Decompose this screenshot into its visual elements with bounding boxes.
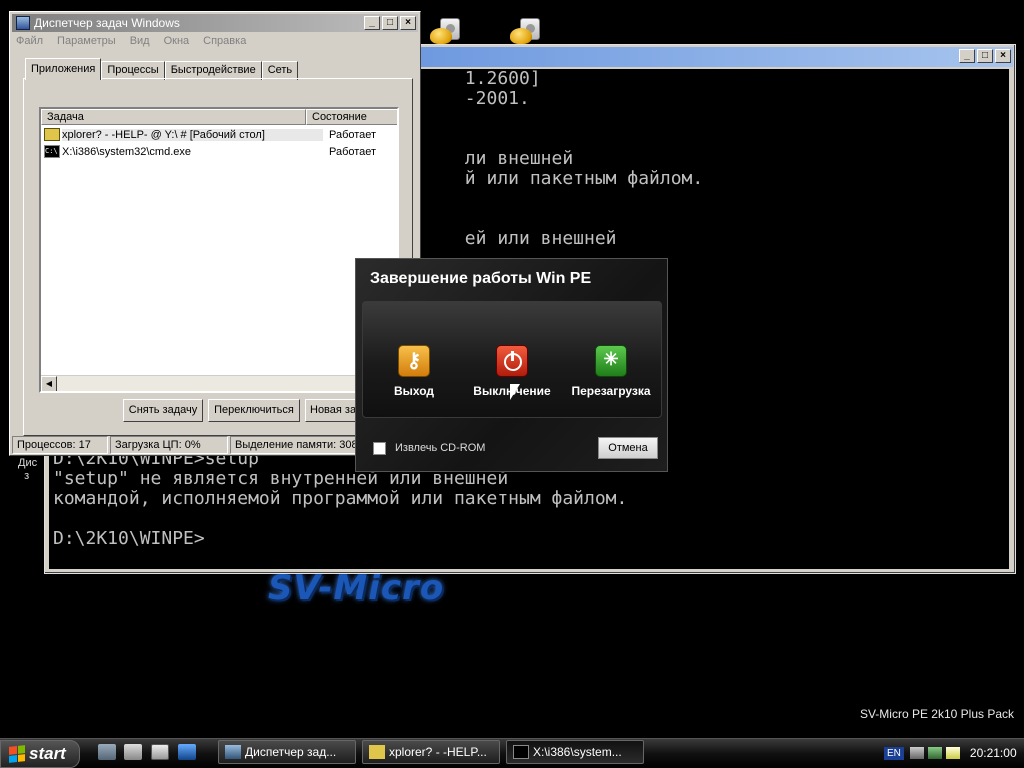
- maximize-button[interactable]: □: [382, 16, 398, 30]
- tool-icon[interactable]: [927, 747, 942, 759]
- window-title: Диспетчер задач Windows: [34, 16, 180, 30]
- cmd-icon: [513, 745, 529, 759]
- eject-cdrom-checkbox[interactable]: [373, 442, 386, 455]
- task-row[interactable]: xplorer? - -HELP- @ Y:\ # [Рабочий стол]…: [41, 126, 397, 143]
- logoff-option[interactable]: Выход: [386, 345, 442, 398]
- task-manager-titlebar[interactable]: Диспетчер задач Windows _ □ ×: [12, 14, 418, 32]
- status-cpu: Загрузка ЦП: 0%: [110, 436, 228, 454]
- taskbar-task-explorer[interactable]: xplorer? - -HELP...: [362, 740, 500, 764]
- clock[interactable]: 20:21:00: [970, 746, 1017, 760]
- task-name: xplorer? - -HELP- @ Y:\ # [Рабочий стол]: [62, 128, 323, 141]
- network-icon[interactable]: [909, 747, 924, 759]
- menu-help[interactable]: Справка: [201, 35, 248, 51]
- restart-label: Перезагрузка: [571, 384, 651, 398]
- start-label: start: [29, 744, 66, 763]
- desktop-background-text: Дис з: [18, 457, 38, 482]
- menu-file[interactable]: Файл: [14, 35, 45, 51]
- close-button[interactable]: ×: [995, 49, 1011, 63]
- system-tray: EN 20:21:00: [884, 740, 1024, 766]
- language-indicator[interactable]: EN: [884, 746, 904, 760]
- menu-options[interactable]: Параметры: [55, 35, 118, 51]
- console-line: командой, исполняемой программой или пак…: [53, 488, 628, 509]
- end-task-button[interactable]: Снять задачу: [123, 399, 203, 422]
- power-icon: [496, 345, 528, 377]
- logoff-label: Выход: [393, 384, 435, 398]
- maximize-button[interactable]: □: [977, 49, 993, 63]
- explorer-icon: [369, 745, 385, 759]
- console-line: D:\2K10\WINPE>: [53, 528, 205, 549]
- task-state: Работает: [329, 145, 377, 158]
- dialog-title: Завершение работы Win PE: [370, 270, 592, 287]
- minimize-button[interactable]: _: [959, 49, 975, 63]
- task-list[interactable]: Задача Состояние xplorer? - -HELP- @ Y:\…: [39, 107, 399, 393]
- restart-icon: [595, 345, 627, 377]
- console-line: "setup" не является внутренней или внешн…: [53, 468, 509, 489]
- task-manager-icon: [16, 16, 30, 30]
- status-processes: Процессов: 17: [12, 436, 108, 454]
- shutdown-dialog[interactable]: Завершение работы Win PE Выход Выключени…: [355, 258, 668, 472]
- task-state: Работает: [329, 128, 377, 141]
- close-button[interactable]: ×: [400, 16, 416, 30]
- cmd-icon: C:\: [44, 145, 60, 158]
- task-name: X:\i386\system32\cmd.exe: [62, 145, 192, 158]
- horizontal-scrollbar[interactable]: ◀: [41, 375, 397, 391]
- menu-bar: Файл Параметры Вид Окна Справка: [14, 35, 248, 51]
- windows-logo-icon: [9, 745, 25, 763]
- restart-option[interactable]: Перезагрузка: [565, 345, 657, 398]
- cancel-button[interactable]: Отмена: [598, 437, 658, 459]
- desktop-icon[interactable]: [98, 744, 116, 760]
- lock-icon: [430, 28, 452, 44]
- scroll-left-icon[interactable]: ◀: [41, 376, 57, 391]
- taskbar-task-taskmgr[interactable]: Диспетчер зад...: [218, 740, 356, 764]
- task-row[interactable]: C:\ X:\i386\system32\cmd.exe Работает: [41, 143, 397, 160]
- pack-label: SV-Micro PE 2k10 Plus Pack: [859, 707, 1014, 721]
- menu-windows[interactable]: Окна: [162, 35, 192, 51]
- minimize-button[interactable]: _: [364, 16, 380, 30]
- tab-applications[interactable]: Приложения: [25, 58, 102, 80]
- menu-view[interactable]: Вид: [128, 35, 152, 51]
- desktop-icon-disk-2[interactable]: [510, 18, 540, 46]
- taskbar-task-cmd[interactable]: X:\i386\system...: [506, 740, 644, 764]
- window-icon[interactable]: [178, 744, 196, 760]
- lock-icon: [510, 28, 532, 44]
- sv-micro-logo: SV-Micro: [268, 568, 445, 608]
- eject-cdrom-label: Извлечь CD-ROM: [395, 442, 486, 454]
- tab-strip: Приложения Процессы Быстродействие Сеть: [25, 58, 299, 80]
- key-icon: [398, 345, 430, 377]
- desktop-icon-disk-1[interactable]: [430, 18, 460, 46]
- volume-icon[interactable]: [945, 747, 960, 759]
- taskbar-task-label: xplorer? - -HELP...: [389, 745, 487, 759]
- start-button[interactable]: start: [0, 740, 80, 768]
- switch-to-button[interactable]: Переключиться: [208, 399, 300, 422]
- column-task[interactable]: Задача: [41, 109, 306, 125]
- sfx-icon[interactable]: [124, 744, 142, 760]
- taskbar-task-label: X:\i386\system...: [533, 745, 622, 759]
- calculator-icon[interactable]: [151, 744, 169, 760]
- column-state[interactable]: Состояние: [306, 109, 397, 125]
- taskbar-task-label: Диспетчер зад...: [245, 745, 337, 759]
- task-list-header: Задача Состояние: [41, 109, 397, 125]
- explorer-icon: [44, 128, 60, 141]
- mouse-cursor-icon: [510, 384, 520, 400]
- taskmgr-icon: [225, 745, 241, 759]
